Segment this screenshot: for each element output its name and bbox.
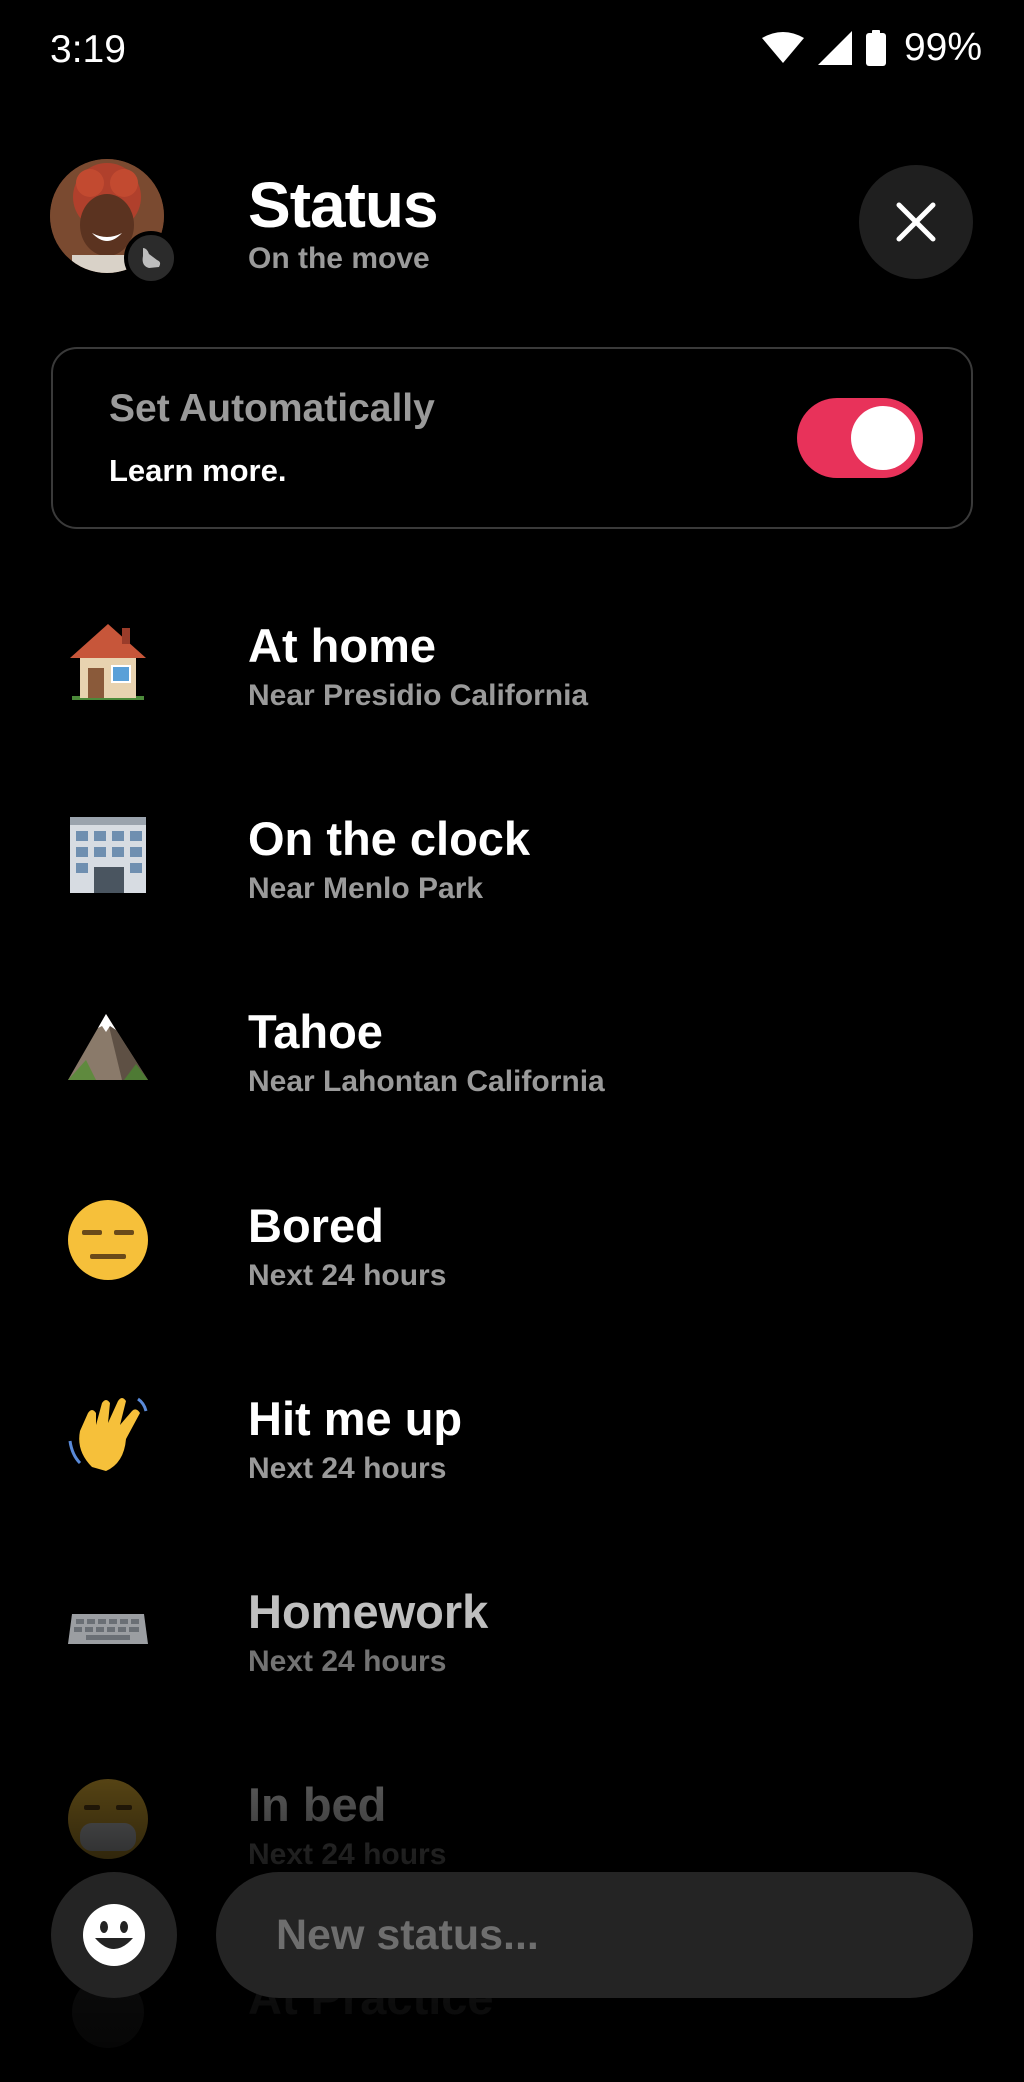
expressionless-face-icon xyxy=(62,1194,154,1286)
wifi-icon xyxy=(761,32,804,63)
status-title: On the clock xyxy=(248,812,531,865)
status-subtitle: Next 24 hours xyxy=(248,1259,447,1292)
status-item-bored[interactable]: Bored Next 24 hours xyxy=(0,1160,1024,1310)
face-with-mask-icon xyxy=(62,1773,154,1865)
close-icon xyxy=(896,202,936,242)
emoji-picker-button[interactable] xyxy=(51,1872,177,1998)
clock: 3:19 xyxy=(50,28,126,71)
status-item-at-home[interactable]: At home Near Presidio California xyxy=(0,580,1024,730)
system-status-bar: 3:19 99% xyxy=(0,0,1024,100)
keyboard-icon xyxy=(62,1580,154,1672)
office-building-icon xyxy=(62,807,154,899)
status-item-in-bed[interactable]: In bed Next 24 hours xyxy=(0,1739,1024,1889)
status-item-hit-me-up[interactable]: Hit me up Next 24 hours xyxy=(0,1353,1024,1503)
status-icons: 99% xyxy=(761,26,982,70)
status-subtitle: Next 24 hours xyxy=(248,1645,447,1678)
smiley-face-icon xyxy=(83,1904,145,1966)
status-subtitle: Near Lahontan California xyxy=(248,1065,605,1098)
status-title: Bored xyxy=(248,1199,384,1252)
sneaker-icon xyxy=(124,231,178,285)
set-automatically-label: Set Automatically xyxy=(109,387,435,430)
profile-avatar[interactable] xyxy=(50,159,180,289)
status-subtitle: Near Presidio California xyxy=(248,679,589,712)
battery-percentage: 99% xyxy=(903,26,982,69)
cellular-signal-icon xyxy=(817,31,852,65)
house-icon xyxy=(62,614,154,706)
status-title: Homework xyxy=(248,1585,489,1638)
close-button[interactable] xyxy=(859,165,973,279)
page-title: Status xyxy=(248,169,439,241)
header: Status On the move xyxy=(0,150,1024,290)
battery-icon xyxy=(865,30,886,66)
status-subtitle: Near Menlo Park xyxy=(248,872,484,905)
toggle-knob xyxy=(851,406,915,470)
waving-hand-icon xyxy=(62,1387,154,1479)
status-item-tahoe[interactable]: Tahoe Near Lahontan California xyxy=(0,966,1024,1116)
status-title: Tahoe xyxy=(248,1005,383,1058)
status-item-homework[interactable]: Homework Next 24 hours xyxy=(0,1546,1024,1696)
learn-more-link[interactable]: Learn more. xyxy=(109,453,286,489)
current-status: On the move xyxy=(248,242,430,275)
status-title: In bed xyxy=(248,1778,387,1831)
status-title: At home xyxy=(248,619,436,672)
set-automatically-card: Set Automatically Learn more. xyxy=(51,347,973,529)
status-title: Hit me up xyxy=(248,1392,463,1445)
mountain-icon xyxy=(62,1000,154,1092)
set-automatically-toggle[interactable] xyxy=(797,398,923,478)
new-status-input[interactable] xyxy=(216,1872,973,1998)
status-subtitle: Next 24 hours xyxy=(248,1838,447,1871)
status-item-on-the-clock[interactable]: On the clock Near Menlo Park xyxy=(0,773,1024,923)
status-subtitle: Next 24 hours xyxy=(248,1452,447,1485)
